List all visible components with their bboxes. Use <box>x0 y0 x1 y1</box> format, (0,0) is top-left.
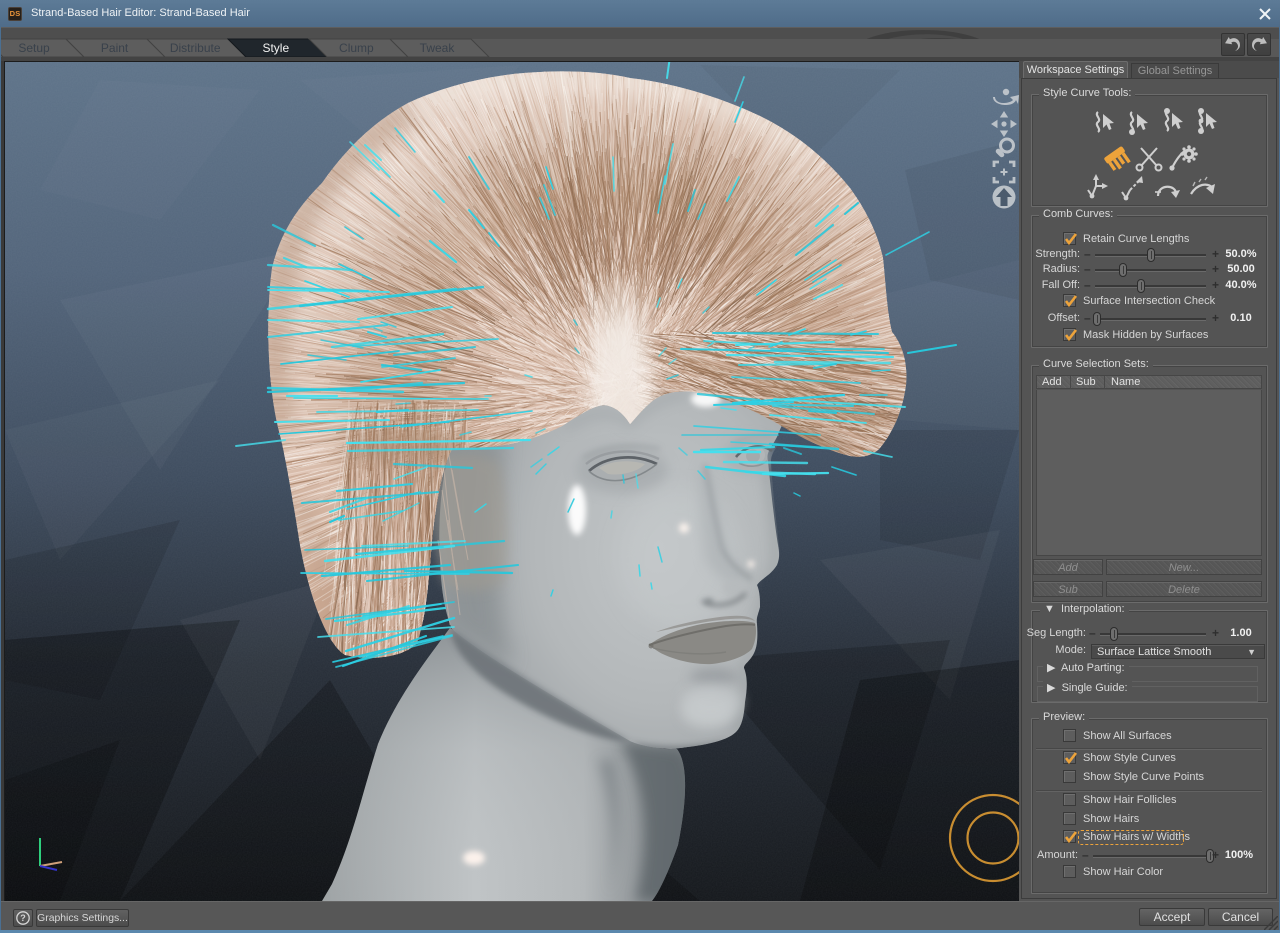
svg-text:Style: Style <box>262 41 289 55</box>
svg-text:Setup: Setup <box>18 41 50 55</box>
svg-text:Tweak: Tweak <box>420 41 456 55</box>
svg-text:Paint: Paint <box>101 41 129 55</box>
svg-text:?: ? <box>20 913 26 923</box>
svg-text:Clump: Clump <box>339 41 374 55</box>
svg-text:Distribute: Distribute <box>170 41 221 55</box>
